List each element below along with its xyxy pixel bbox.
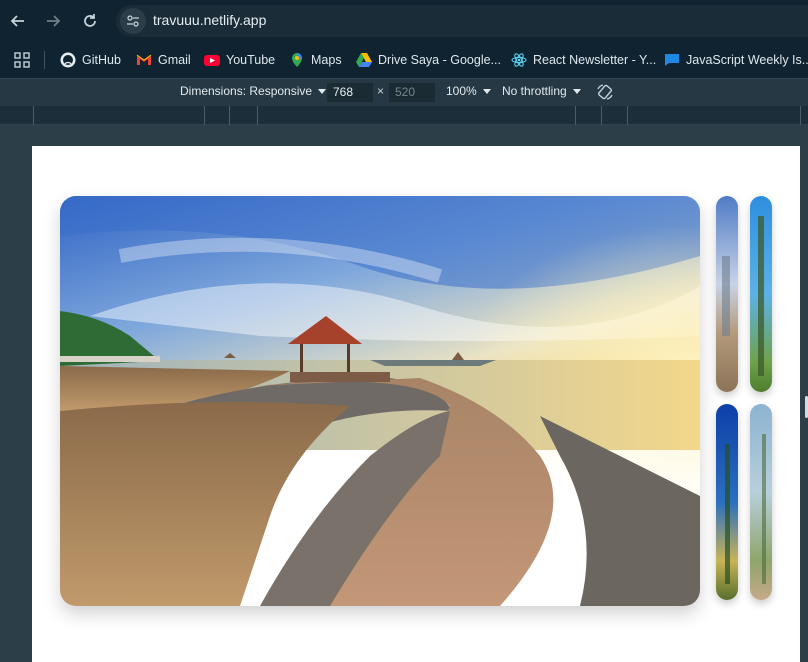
github-icon	[60, 52, 76, 68]
ruler-tick	[204, 106, 205, 125]
zoom-dropdown[interactable]: 100%	[446, 84, 491, 98]
bookmark-javascript-weekly[interactable]: JavaScript Weekly Is...	[664, 50, 808, 70]
bookmark-drive[interactable]: Drive Saya - Google...	[356, 50, 501, 70]
chevron-down-icon	[572, 88, 581, 94]
bookmark-github[interactable]: GitHub	[60, 50, 121, 70]
device-toolbar: Dimensions: Responsive 768 × 520 100% No…	[0, 78, 808, 106]
thumbnail-4[interactable]	[750, 404, 772, 600]
ruler-tick	[627, 106, 628, 125]
chat-icon	[665, 54, 679, 66]
address-bar[interactable]: travuuu.netlify.app	[116, 5, 808, 37]
dimensions-dropdown[interactable]: Dimensions: Responsive	[180, 84, 327, 98]
bookmarks-divider	[44, 51, 45, 69]
back-arrow-icon[interactable]	[6, 9, 30, 33]
gmail-icon	[136, 54, 152, 65]
drive-icon	[356, 53, 372, 67]
width-input[interactable]: 768	[327, 83, 373, 102]
bookmark-gmail[interactable]: Gmail	[136, 50, 191, 70]
reload-icon[interactable]	[78, 9, 102, 33]
youtube-icon	[204, 55, 220, 66]
chevron-down-icon	[482, 88, 491, 94]
bookmark-youtube[interactable]: YouTube	[204, 50, 275, 70]
hero-image-beach-gazebo[interactable]	[60, 196, 700, 606]
thumbnail-3[interactable]	[716, 404, 738, 600]
bookmarks-bar: GitHub Gmail YouTube Maps Drive Saya - G…	[0, 42, 808, 78]
ruler-tick	[575, 106, 576, 125]
chevron-down-icon	[318, 88, 327, 94]
throttling-dropdown[interactable]: No throttling	[502, 84, 581, 98]
ruler-tick	[33, 106, 34, 125]
thumbnail-2[interactable]	[750, 196, 772, 392]
site-settings-icon[interactable]	[120, 8, 146, 34]
bookmark-react-newsletter[interactable]: React Newsletter - Y...	[511, 50, 656, 70]
react-icon	[511, 53, 527, 67]
forward-arrow-icon[interactable]	[41, 9, 65, 33]
ruler-tick	[601, 106, 602, 125]
ruler-tick	[257, 106, 258, 125]
ruler-tick	[800, 106, 801, 125]
media-query-ruler	[0, 106, 808, 125]
rotate-icon[interactable]	[596, 83, 614, 101]
browser-top-bar: travuuu.netlify.app	[0, 0, 808, 42]
apps-grid-icon[interactable]	[14, 52, 30, 68]
height-input[interactable]: 520	[389, 83, 435, 102]
bookmark-maps[interactable]: Maps	[289, 50, 342, 70]
maps-icon	[292, 53, 302, 67]
ruler-tick	[229, 106, 230, 125]
url-text[interactable]: travuuu.netlify.app	[153, 12, 266, 28]
thumbnail-1[interactable]	[716, 196, 738, 392]
dimension-separator: ×	[377, 84, 385, 98]
page-viewport	[32, 146, 800, 662]
